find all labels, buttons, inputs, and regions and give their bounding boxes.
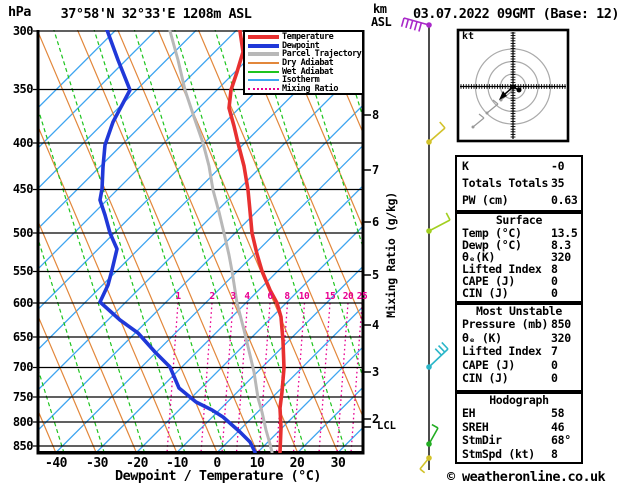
panel-row: Totals Totals 35	[457, 175, 581, 192]
km-tick-label: 8	[372, 108, 380, 122]
panel-row: Lifted Index 7	[457, 344, 581, 359]
panel-row: θₑ (K) 320	[457, 330, 581, 346]
mixing-ratio-label: 4	[244, 291, 250, 302]
row-value: 68°	[551, 433, 571, 447]
row-value: 7	[551, 344, 558, 358]
dry-adiabat-swatch	[248, 62, 279, 65]
indices-panel: K -0 Totals Totals 35 PW (cm) 0.63	[455, 155, 583, 212]
pressure-tick-label: 600	[12, 296, 34, 310]
pressure-tick-label: 650	[12, 330, 34, 344]
mixing-ratio-label: 25	[356, 291, 368, 302]
row-value: 320	[551, 330, 571, 345]
mixing-ratio-label: 2	[209, 291, 215, 302]
mixing-ratio-swatch	[248, 87, 279, 90]
temp-tick-label: 0	[213, 456, 221, 471]
dewpoint-line-swatch	[248, 43, 279, 48]
panel-row: SREH 46	[457, 419, 581, 435]
km-tick-label: 3	[372, 365, 380, 379]
legend: Temperature Dewpoint Parcel Trajectory D…	[243, 30, 364, 95]
row-label: Lifted Index	[462, 344, 542, 358]
skewt-sounding-page: hPa 37°58'N 32°33'E 1208m ASL km ASL 03.…	[0, 0, 629, 486]
panel-row: CIN (J) 0	[457, 371, 581, 386]
wet-adiabat-swatch	[248, 70, 279, 73]
copyright-label: © weatheronline.co.uk	[447, 469, 606, 485]
hodograph-panel: Hodograph EH 58 SREH 46 StmDir 68° StmSpd (…	[455, 392, 583, 464]
isotherm-swatch	[248, 79, 279, 82]
panel-row: CIN (J) 0	[457, 287, 581, 299]
temp-tick-label: 10	[249, 456, 265, 471]
row-value: 0	[551, 371, 558, 385]
pressure-tick-label: 300	[12, 24, 34, 38]
row-value: 850	[551, 317, 571, 331]
row-label: SREH	[462, 419, 489, 434]
km-axis-unit: km	[373, 2, 387, 16]
row-value: -0	[551, 159, 565, 173]
panel-row: CAPE (J) 0	[457, 357, 581, 373]
row-label: CIN (J)	[462, 286, 509, 301]
legend-label: Mixing Ratio	[282, 83, 339, 94]
mixing-ratio-axis-title: Mixing Ratio (g/kg)	[384, 192, 398, 318]
temp-tick-label: -10	[166, 456, 188, 471]
row-label: StmSpd (kt)	[462, 446, 535, 461]
row-value: 46	[551, 419, 565, 434]
panel-row: PW (cm) 0.63	[457, 192, 581, 209]
temp-tick-label: -40	[45, 456, 67, 471]
row-label: K	[462, 159, 469, 173]
pressure-tick-label: 550	[12, 264, 34, 278]
mixing-ratio-label: 15	[324, 291, 336, 302]
row-label: StmDir	[462, 433, 502, 447]
datetime-label: 03.07.2022 09GMT (Base: 12)	[413, 6, 619, 22]
panel-row: K -0	[457, 158, 581, 175]
temp-tick-label: 20	[289, 456, 305, 471]
temperature-line-swatch	[248, 35, 279, 40]
row-label: CIN (J)	[462, 371, 509, 385]
temp-tick-label: -30	[86, 456, 108, 471]
hodograph-unit-label: kt	[462, 31, 475, 42]
parcel-line-swatch	[248, 52, 279, 57]
most-unstable-panel: Most Unstable Pressure (mb) 850 θₑ (K) 320…	[455, 303, 583, 392]
row-value: 35	[551, 176, 565, 190]
panel-row: StmDir 68°	[457, 433, 581, 448]
pressure-tick-label: 750	[12, 390, 34, 404]
panel-row: Pressure (mb) 850	[457, 317, 581, 332]
legend-row: Mixing Ratio	[245, 83, 362, 94]
temp-tick-label: 30	[330, 456, 346, 471]
row-label: EH	[462, 406, 476, 420]
surface-panel: Surface Temp (°C) 13.5 Dewp (°C) 8.3 θₑ(K)…	[455, 212, 583, 303]
row-label: θₑ (K)	[462, 330, 502, 345]
row-value: 0	[551, 286, 558, 301]
pressure-tick-label: 700	[12, 360, 34, 374]
asl-axis-unit: ASL	[371, 15, 392, 29]
km-tick-label: 4	[372, 318, 380, 332]
pressure-tick-label: 400	[12, 136, 34, 150]
row-value: 0.63	[551, 193, 578, 207]
station-title: 37°58'N 32°33'E 1208m ASL	[60, 6, 252, 22]
mixing-ratio-label: 10	[298, 291, 310, 302]
row-label: CAPE (J)	[462, 357, 515, 372]
row-label: Totals Totals	[462, 176, 549, 190]
row-label: Pressure (mb)	[462, 317, 549, 331]
temp-tick-label: -20	[126, 456, 148, 471]
pressure-tick-label: 850	[12, 439, 34, 453]
row-value: 8	[551, 446, 558, 461]
panel-row: EH 58	[457, 406, 581, 421]
mixing-ratio-label: 1	[175, 291, 181, 302]
pressure-tick-label: 450	[12, 182, 34, 196]
panel-row: StmSpd (kt) 8	[457, 446, 581, 462]
row-label: PW (cm)	[462, 193, 509, 207]
row-value: 0	[551, 357, 558, 372]
km-tick-label: 7	[372, 163, 380, 177]
pressure-tick-label: 500	[12, 226, 34, 240]
lcl-label: LCL	[377, 420, 396, 432]
pressure-tick-label: 350	[12, 82, 34, 96]
pressure-tick-label: 800	[12, 415, 34, 429]
row-value: 58	[551, 406, 565, 420]
